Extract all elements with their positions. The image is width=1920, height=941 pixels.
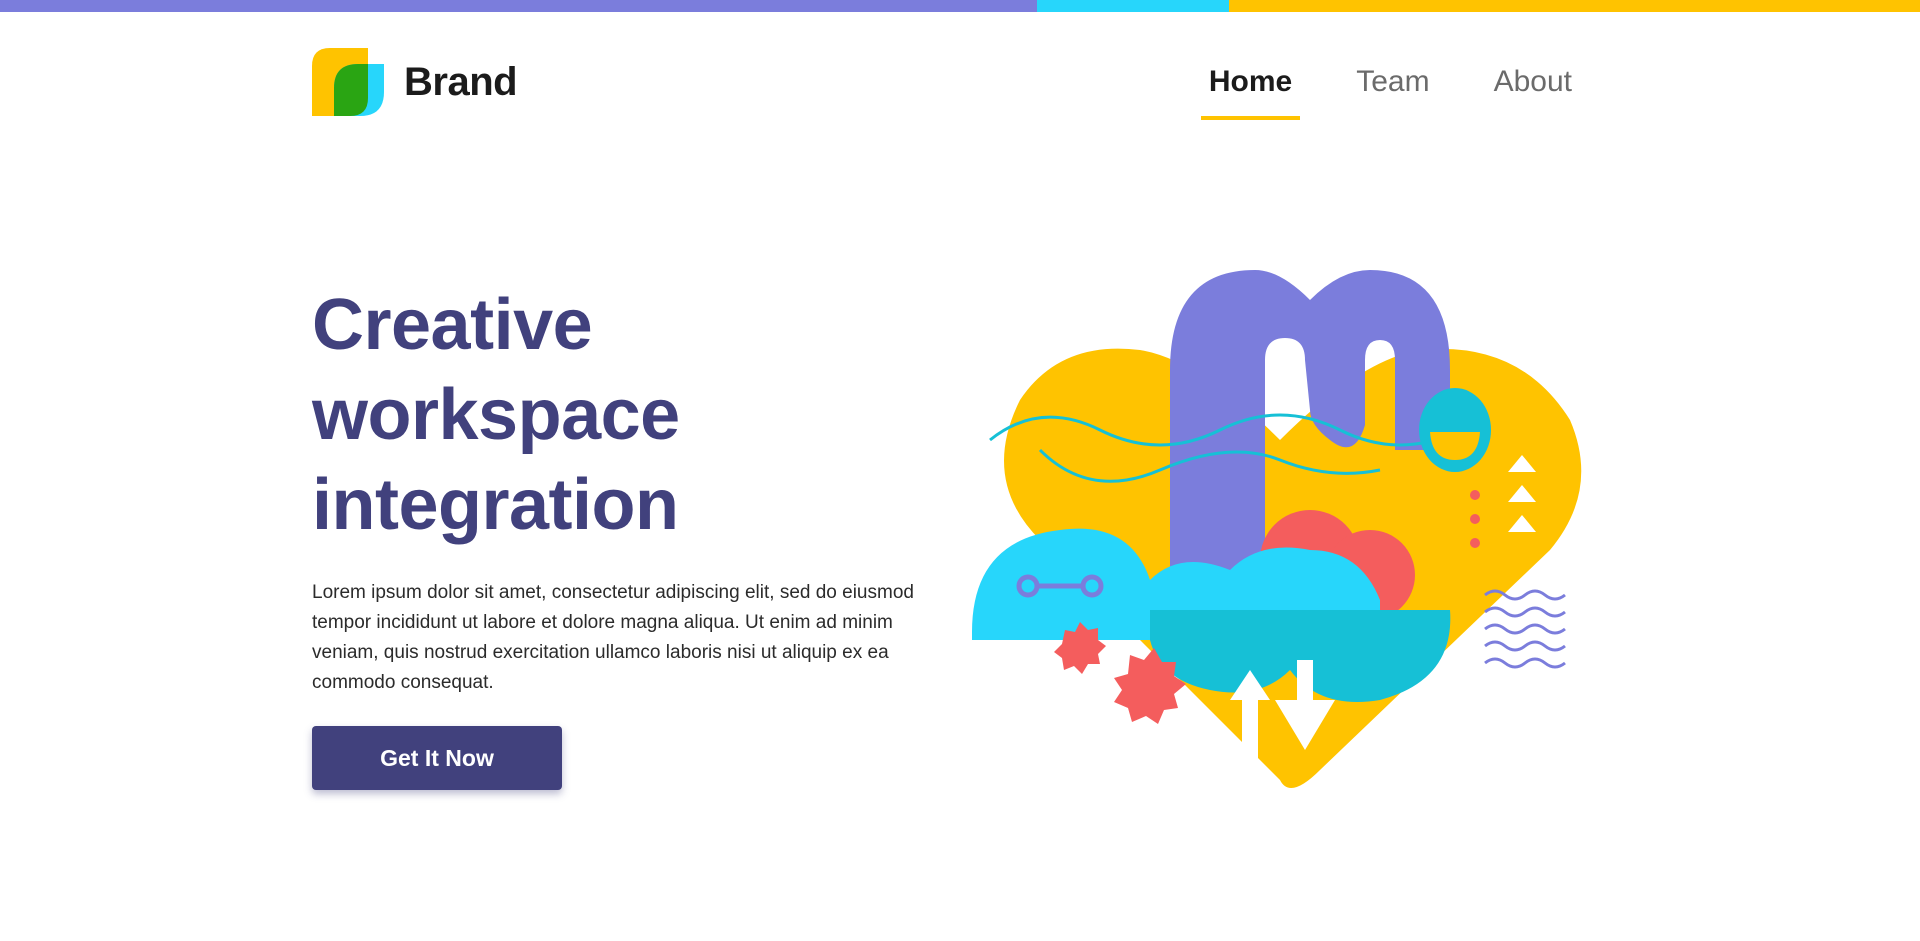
illustration-zigzag-waves [1484,589,1566,669]
brand-logo-link[interactable]: Brand [312,48,518,116]
illustration-dot-2 [1470,514,1480,524]
top-bar-purple-segment [0,0,1037,12]
get-it-now-button[interactable]: Get It Now [312,726,562,790]
nav-item-team[interactable]: Team [1348,48,1437,116]
nav-item-about[interactable]: About [1486,48,1580,116]
illustration-dot-3 [1470,538,1480,548]
illustration-down-arrow-stem [1297,660,1313,705]
top-color-bar [0,0,1920,12]
brand-logo-icon [312,48,384,116]
site-header: Brand Home Team About [312,48,1580,120]
nav-item-home[interactable]: Home [1200,48,1301,120]
top-bar-yellow-segment [1229,0,1920,12]
hero-title-line-3: integration [312,465,679,545]
hero-title-line-2: workspace [312,375,680,455]
hero-title-line-1: Creative [312,285,593,365]
top-bar-cyan-segment [1037,0,1229,12]
hero-illustration [972,270,1582,788]
main-nav: Home Team About [1153,48,1580,120]
hero-section: Creative workspace integration Lorem ips… [312,280,952,790]
brand-name: Brand [404,59,518,104]
hero-title: Creative workspace integration [312,280,952,550]
illustration-dot-1 [1470,490,1480,500]
hero-description: Lorem ipsum dolor sit amet, consectetur … [312,582,914,693]
